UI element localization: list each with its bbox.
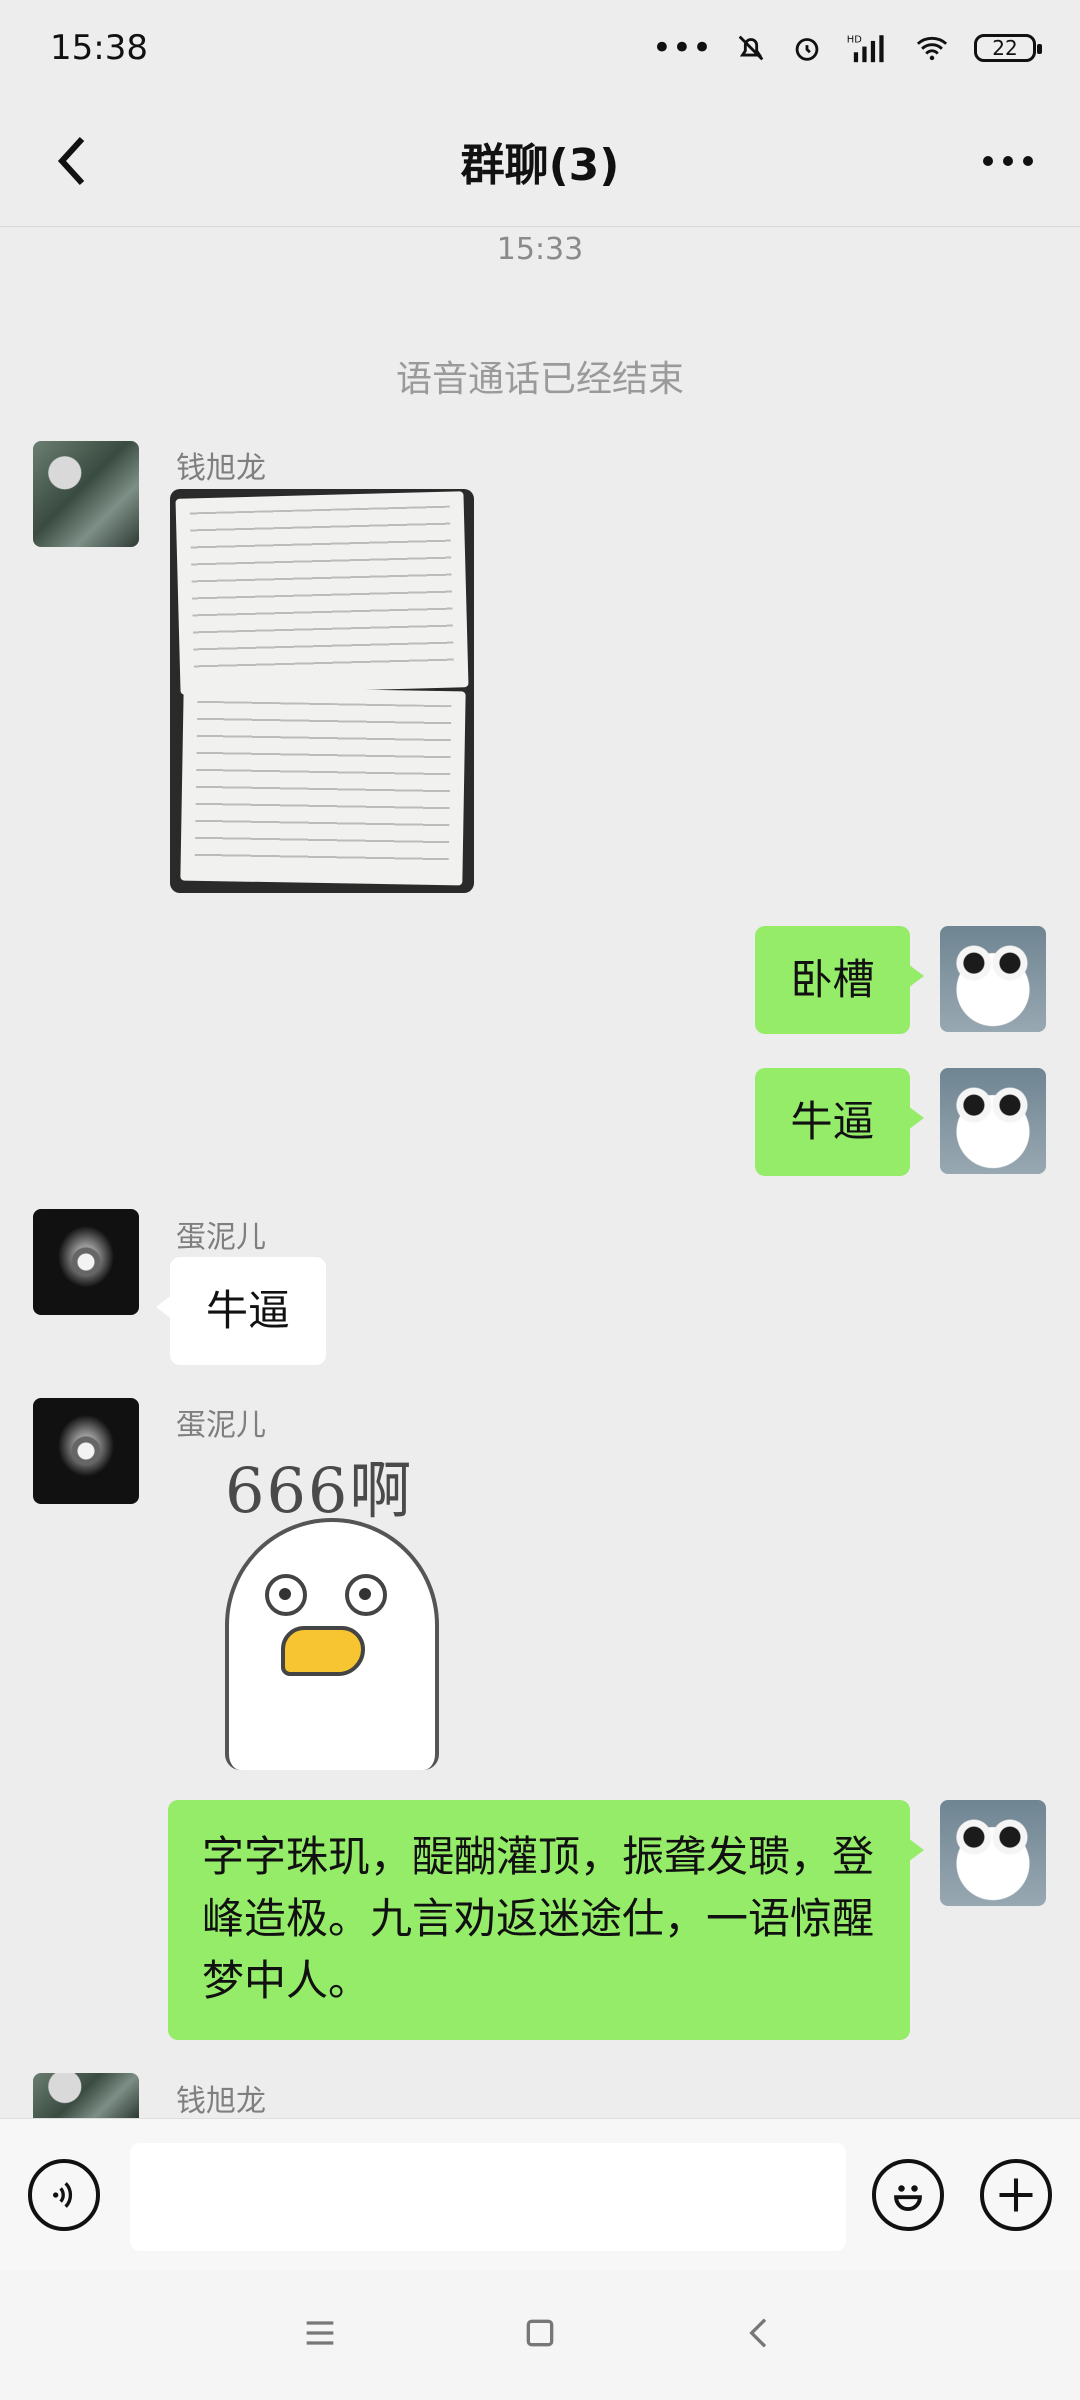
notes-page-bottom <box>180 686 466 886</box>
avatar[interactable] <box>33 1398 139 1504</box>
outgoing-message-bubble[interactable]: 牛逼 <box>755 1068 924 1176</box>
avatar[interactable] <box>33 2073 139 2118</box>
avatar[interactable] <box>33 1209 139 1315</box>
nav-back-button[interactable] <box>740 2313 780 2357</box>
sender-name: 钱旭龙 <box>176 451 266 486</box>
message-input[interactable] <box>130 2143 846 2251</box>
duck-eye <box>345 1574 387 1616</box>
avatar[interactable] <box>940 1068 1046 1174</box>
sender-name: 钱旭龙 <box>176 2084 266 2119</box>
home-button[interactable] <box>520 2313 560 2357</box>
outgoing-message-bubble[interactable]: 卧槽 <box>755 926 924 1034</box>
chat-title: 群聊(3) <box>460 140 620 191</box>
more-notifications-icon: ••• <box>651 28 712 68</box>
network-label: HD <box>847 34 862 45</box>
more-dots-icon <box>983 156 1033 166</box>
avatar[interactable] <box>940 926 1046 1032</box>
header-divider <box>0 226 1080 227</box>
menu-button[interactable] <box>300 2313 340 2357</box>
back-nav-icon <box>749 2318 767 2348</box>
avatar[interactable] <box>940 1800 1046 1906</box>
voice-icon <box>53 2182 73 2208</box>
emoji-icon <box>894 2185 922 2212</box>
duck-beak <box>281 1626 365 1676</box>
status-icons: ••• HD 22 <box>651 28 1042 68</box>
voice-toggle-button[interactable] <box>28 2159 100 2231</box>
chat-header: 群聊(3) <box>0 96 1080 226</box>
status-bar: 15:38 ••• HD 22 <box>0 0 1080 96</box>
sender-name: 蛋泥儿 <box>176 1220 266 1255</box>
menu-icon <box>306 2321 334 2345</box>
input-bar <box>0 2118 1080 2270</box>
back-button[interactable] <box>36 125 108 197</box>
avatar[interactable] <box>33 441 139 547</box>
incoming-message-bubble[interactable]: 牛逼 <box>156 1257 326 1365</box>
more-functions-button[interactable] <box>980 2159 1052 2231</box>
sender-name: 蛋泥儿 <box>176 1408 266 1443</box>
call-ended-notice: 语音通话已经结束 <box>395 359 684 400</box>
sticker-message[interactable]: 666啊 <box>205 1440 455 1770</box>
more-button[interactable] <box>972 125 1044 197</box>
alarm-icon <box>790 31 824 65</box>
battery-icon: 22 <box>974 34 1042 62</box>
status-time: 15:38 <box>50 28 148 68</box>
signal-icon: HD <box>846 31 890 65</box>
plus-icon <box>999 2178 1033 2212</box>
mute-bell-icon <box>734 31 768 65</box>
outgoing-message-bubble[interactable]: 字字珠玑，醍醐灌顶，振聋发聩，登峰造极。九言劝返迷途仕，一语惊醒梦中人。 <box>168 1800 924 2040</box>
system-nav-bar <box>0 2270 1080 2400</box>
back-arrow-icon <box>57 136 85 186</box>
duck-sticker-icon <box>225 1518 439 1770</box>
sticker-caption: 666啊 <box>225 1454 414 1527</box>
emoji-button[interactable] <box>872 2159 944 2231</box>
wifi-icon <box>912 31 952 65</box>
duck-eye <box>265 1574 307 1616</box>
notes-page-top <box>175 491 469 695</box>
home-icon <box>526 2319 554 2347</box>
image-message[interactable] <box>170 489 474 893</box>
message-timestamp: 15:33 <box>496 232 584 267</box>
